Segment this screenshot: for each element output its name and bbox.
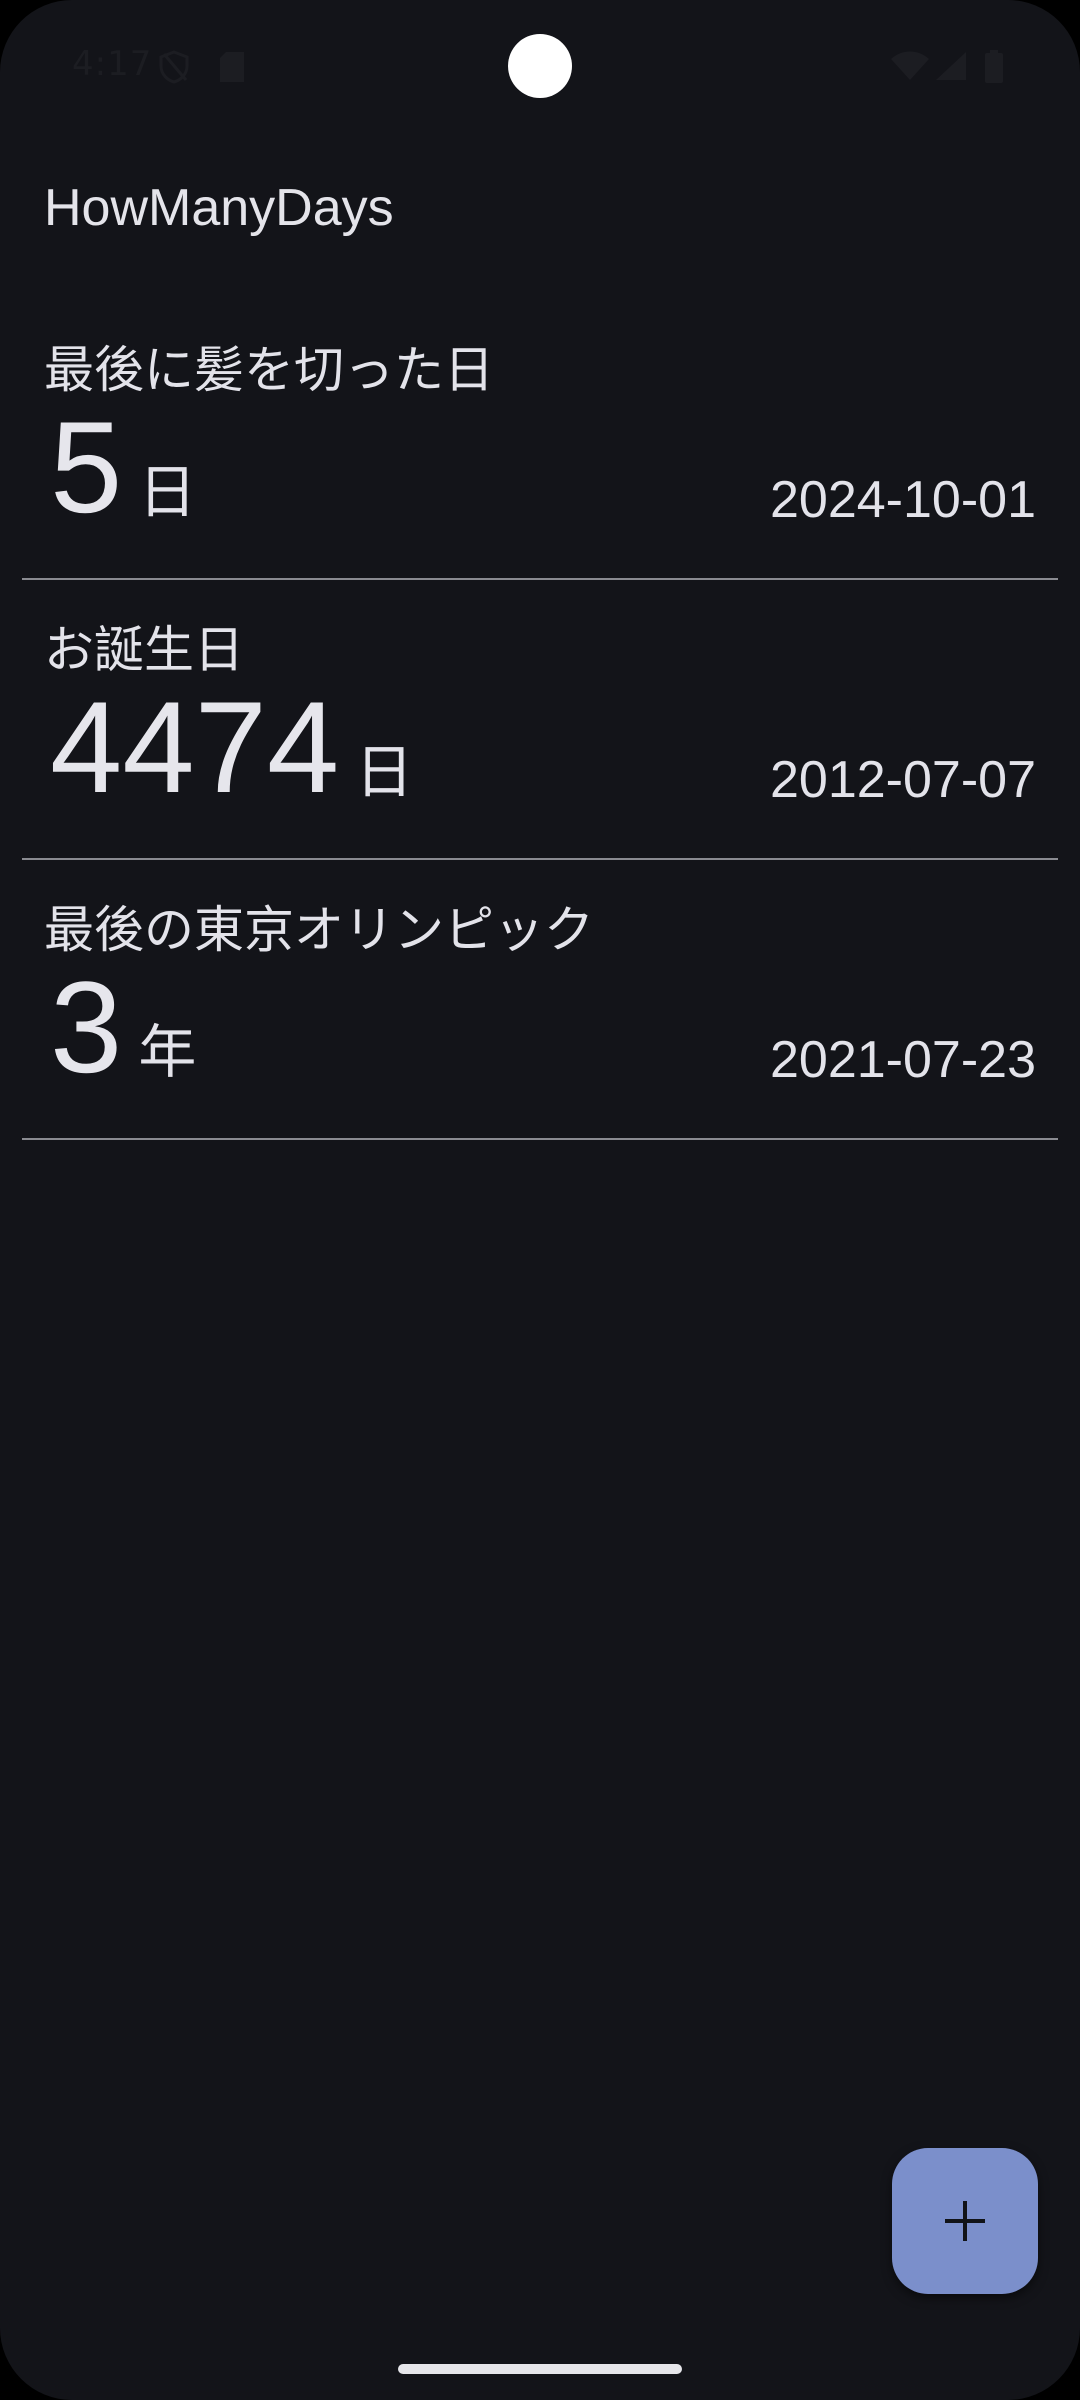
app-title: HowManyDays <box>44 179 394 237</box>
day-counter-list: 最後に髪を切った日 5 日 2024-10-01 お誕生日 4474 日 201… <box>22 300 1058 1140</box>
count-unit: 年 <box>138 1018 197 1086</box>
item-title: 最後に髪を切った日 <box>44 341 494 399</box>
item-title: 最後の東京オリンピック <box>44 901 594 959</box>
status-bar: 4:17 <box>0 0 1080 130</box>
shield-icon <box>159 50 189 84</box>
battery-icon <box>985 50 1003 83</box>
item-count: 3 年 <box>50 962 196 1092</box>
sd-card-icon <box>220 52 244 82</box>
list-item[interactable]: お誕生日 4474 日 2012-07-07 <box>22 580 1058 860</box>
wifi-icon <box>891 51 929 80</box>
count-value: 3 <box>50 954 123 1100</box>
list-item[interactable]: 最後の東京オリンピック 3 年 2021-07-23 <box>22 860 1058 1140</box>
phone-screen: 4:17 HowManyDays 最後に髪を切った日 5 日 2024-10-0… <box>0 0 1080 2400</box>
list-item[interactable]: 最後に髪を切った日 5 日 2024-10-01 <box>22 300 1058 580</box>
add-button[interactable] <box>892 2148 1038 2294</box>
count-unit: 日 <box>138 458 197 526</box>
plus-icon <box>945 2201 985 2241</box>
item-date: 2024-10-01 <box>770 471 1036 529</box>
gesture-nav-handle[interactable] <box>398 2364 682 2374</box>
count-value: 5 <box>50 394 123 540</box>
item-date: 2021-07-23 <box>770 1031 1036 1089</box>
item-title: お誕生日 <box>44 621 244 679</box>
item-count: 4474 日 <box>50 682 413 812</box>
item-date: 2012-07-07 <box>770 751 1036 809</box>
count-unit: 日 <box>355 738 414 806</box>
count-value: 4474 <box>50 674 340 820</box>
item-count: 5 日 <box>50 402 196 532</box>
cellular-signal-icon <box>936 52 966 80</box>
status-time: 4:17 <box>72 44 153 84</box>
camera-cutout <box>508 34 572 98</box>
